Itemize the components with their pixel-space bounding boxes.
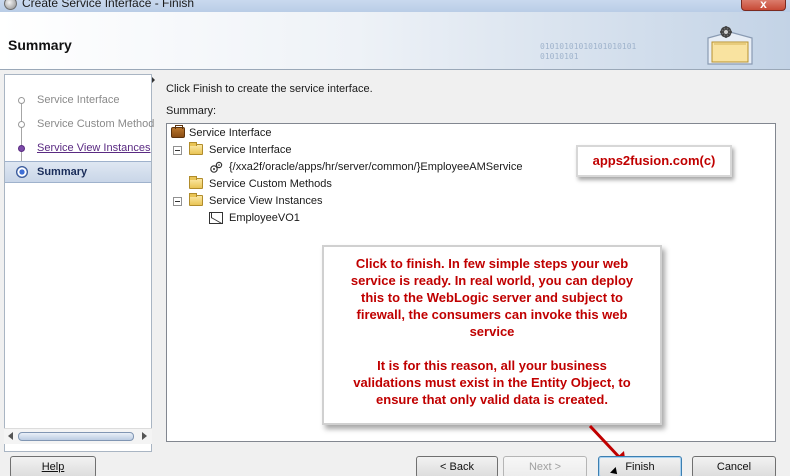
callout-line: Click to finish. In few simple steps you… <box>355 256 629 271</box>
wizard-steps-nav: Service Interface Service Custom Method … <box>4 74 155 452</box>
panel-splitter[interactable] <box>152 74 155 104</box>
briefcase-icon <box>171 125 185 138</box>
callout-line: firewall, the consumers can invoke this … <box>356 307 628 322</box>
cancel-button[interactable]: Cancel <box>692 456 776 476</box>
callout-line: ensure that only valid data is created. <box>376 392 608 407</box>
tree-node-view-object[interactable]: EmployeeVO1 <box>169 210 389 226</box>
tree-node-service-name[interactable]: {/xxa2f/oracle/apps/hr/server/common/}Em… <box>169 159 569 175</box>
nav-horizontal-scrollbar[interactable] <box>4 428 152 444</box>
nav-item-label: Service Custom Method <box>37 118 155 130</box>
summary-label: Summary: <box>166 105 217 117</box>
instruction-text: Click Finish to create the service inter… <box>166 83 373 95</box>
nav-item-label: Summary <box>37 166 88 178</box>
scrollbar-thumb[interactable] <box>18 432 134 441</box>
next-button-label: Next > <box>528 461 562 473</box>
scroll-left-icon[interactable] <box>8 432 13 440</box>
step-dot-icon <box>18 97 25 104</box>
nav-item-service-interface[interactable]: Service Interface <box>5 90 151 112</box>
folder-icon <box>189 176 203 189</box>
current-step-icon <box>16 166 28 178</box>
page-title: Summary <box>8 37 72 53</box>
title-bar: Create Service Interface - Finish x <box>0 0 790 12</box>
tree-node-label: {/xxa2f/oracle/apps/hr/server/common/}Em… <box>229 161 523 173</box>
folder-icon <box>189 193 203 206</box>
callout-line: this to the WebLogic server and subject … <box>361 290 623 305</box>
window-title: Create Service Interface - Finish <box>22 0 195 10</box>
service-gear-icon <box>210 161 223 173</box>
tree-node-label: Service View Instances <box>209 195 323 207</box>
nav-item-label: Service Interface <box>37 94 120 106</box>
nav-item-label: Service View Instances <box>37 142 151 154</box>
next-button: Next > <box>503 456 587 476</box>
tree-node-label: Service Custom Methods <box>209 178 332 190</box>
nav-item-service-custom-method[interactable]: Service Custom Method <box>5 114 155 136</box>
back-button-label: < Back <box>440 461 474 473</box>
tree-node-label: Service Interface <box>189 127 272 139</box>
nav-item-service-view-instances[interactable]: Service View Instances <box>5 138 151 160</box>
collapse-icon[interactable] <box>173 197 182 206</box>
collapse-icon[interactable] <box>173 146 182 155</box>
folder-icon <box>189 142 203 155</box>
tree-node-custom-methods[interactable]: Service Custom Methods <box>169 176 389 192</box>
watermark-label: apps2fusion.com(c) <box>576 145 732 177</box>
tree-node-view-instances[interactable]: Service View Instances <box>169 193 389 209</box>
callout-line: validations must exist in the Entity Obj… <box>353 375 631 390</box>
cancel-button-label: Cancel <box>716 461 752 473</box>
wizard-header: Summary 01010101010101010101 01010101 <box>0 12 790 70</box>
annotation-callout: Click to finish. In few simple steps you… <box>322 245 662 425</box>
step-dot-icon <box>18 121 25 128</box>
close-button[interactable]: x <box>741 0 786 11</box>
callout-line: service is ready. In real world, you can… <box>350 273 634 288</box>
step-dot-icon <box>18 145 25 152</box>
help-button-label: Help <box>41 461 65 473</box>
help-button[interactable]: Help <box>10 456 96 476</box>
callout-line: service <box>469 324 515 339</box>
finish-button-label: Finish <box>625 461 655 473</box>
scroll-right-icon[interactable] <box>142 432 147 440</box>
view-object-icon <box>209 212 223 224</box>
app-icon <box>4 0 17 10</box>
binary-text: 01010101010101010101 01010101 <box>540 42 637 61</box>
binary-decoration: 01010101010101010101 01010101 <box>540 42 636 62</box>
callout-line: It is for this reason, all your business <box>377 358 607 373</box>
tree-node-root[interactable]: Service Interface <box>169 125 369 141</box>
back-button[interactable]: < Back <box>416 456 498 476</box>
tree-node-service-interface[interactable]: Service Interface <box>169 142 389 158</box>
create-service-interface-dialog: Create Service Interface - Finish x Summ… <box>0 0 790 476</box>
folder-illustration-icon <box>707 26 753 65</box>
nav-item-summary[interactable]: Summary <box>5 161 151 183</box>
tree-node-label: EmployeeVO1 <box>229 212 300 224</box>
tree-node-label: Service Interface <box>209 144 292 156</box>
